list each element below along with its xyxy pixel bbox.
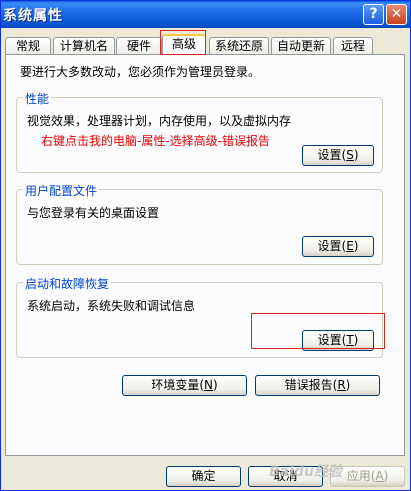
startup-recovery-description: 系统启动，系统失败和调试信息: [27, 299, 196, 313]
window-title: 系统属性: [3, 8, 63, 24]
help-button[interactable]: ?: [363, 4, 384, 25]
user-profiles-description: 与您登录有关的桌面设置: [27, 206, 160, 220]
performance-legend: 性能: [23, 90, 52, 107]
environment-variables-hotkey: N: [204, 378, 213, 392]
user-profiles-group: 用户配置文件 与您登录有关的桌面设置 设置(E): [16, 182, 383, 265]
advanced-tab-highlight-box: [160, 30, 206, 55]
close-icon: ✕: [390, 6, 403, 22]
performance-group: 性能 视觉效果，处理器计划，内存使用，以及虚拟内存 右键点击我的电脑-属性-选择…: [16, 90, 383, 173]
user-profiles-settings-button[interactable]: 设置(E): [302, 236, 374, 257]
performance-settings-button[interactable]: 设置(S): [302, 145, 374, 166]
ok-button[interactable]: 确定: [166, 466, 241, 487]
startup-recovery-legend: 启动和故障恢复: [23, 275, 112, 292]
tab-automatic-updates[interactable]: 自动更新: [271, 37, 331, 55]
apply-hotkey: A: [375, 469, 384, 483]
performance-settings-hotkey: S: [346, 148, 354, 162]
tab-system-restore[interactable]: 系统还原: [209, 37, 269, 55]
tab-computer-name[interactable]: 计算机名: [53, 37, 115, 55]
apply-label: 应用: [346, 469, 371, 483]
performance-description: 视觉效果，处理器计划，内存使用，以及虚拟内存: [27, 114, 292, 128]
error-reporting-highlight-box: [251, 313, 385, 349]
environment-variables-label: 环境变量: [151, 378, 200, 392]
error-reporting-button[interactable]: 错误报告(R): [255, 375, 380, 396]
tab-general[interactable]: 常规: [5, 37, 51, 55]
instruction-annotation: 右键点击我的电脑-属性-选择高级-错误报告: [41, 134, 270, 148]
environment-variables-button[interactable]: 环境变量(N): [122, 375, 247, 396]
performance-settings-label: 设置: [317, 148, 342, 162]
system-properties-window: 系统属性 ? ✕ 常规 计算机名 硬件 高级 系统还原 自动更新 远程 要进行大…: [0, 0, 411, 491]
tab-hardware[interactable]: 硬件: [116, 37, 162, 55]
close-button[interactable]: ✕: [386, 4, 407, 25]
tab-remote[interactable]: 远程: [333, 37, 373, 55]
baidu-watermark: Baidu经验: [269, 464, 342, 480]
help-icon: ?: [369, 6, 378, 22]
user-profiles-settings-label: 设置: [317, 239, 342, 253]
user-profiles-legend: 用户配置文件: [23, 182, 100, 199]
error-reporting-hotkey: R: [337, 378, 346, 392]
admin-notice: 要进行大多数改动，您必须作为管理员登录。: [20, 65, 261, 79]
advanced-tab-panel: 要进行大多数改动，您必须作为管理员登录。 性能 视觉效果，处理器计划，内存使用，…: [5, 54, 405, 456]
title-bar[interactable]: 系统属性 ? ✕: [1, 1, 410, 28]
user-profiles-settings-hotkey: E: [346, 239, 354, 253]
error-reporting-label: 错误报告: [284, 378, 333, 392]
